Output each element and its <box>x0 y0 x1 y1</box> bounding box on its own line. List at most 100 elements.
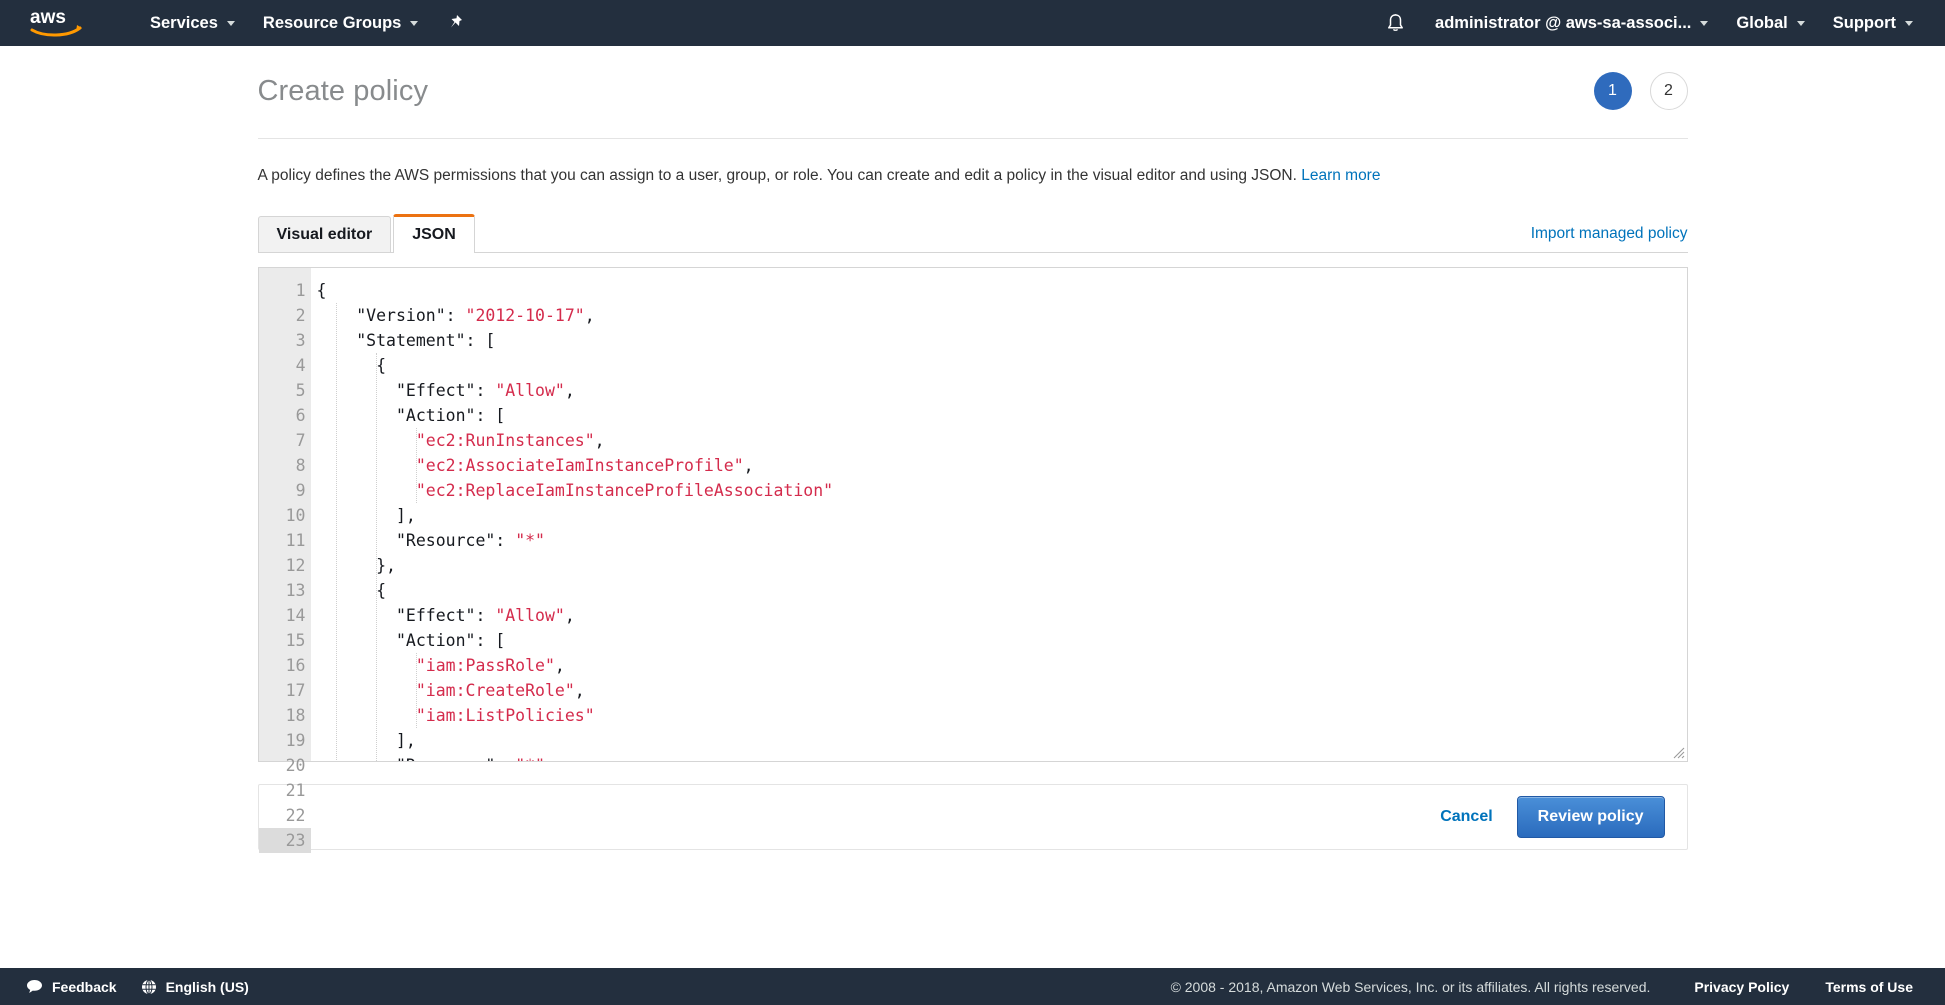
learn-more-link[interactable]: Learn more <box>1301 167 1380 184</box>
policy-description-text: A policy defines the AWS permissions tha… <box>257 167 1297 184</box>
nav-account-label: administrator @ aws-sa-associ... <box>1435 13 1692 32</box>
editor-code-line: ], <box>316 505 416 525</box>
json-string-value: "Allow" <box>495 380 565 400</box>
language-selector[interactable]: English (US) <box>129 979 261 995</box>
step-2-label: 2 <box>1664 82 1673 99</box>
editor-code-line: "iam:ListPolicies" <box>317 703 1687 728</box>
nav-region-label: Global <box>1736 13 1788 32</box>
nav-services-label: Services <box>150 13 218 32</box>
gutter-line-number: 7 <box>295 430 306 450</box>
notifications-button[interactable] <box>1370 13 1421 34</box>
editor-code-line: { <box>316 355 387 375</box>
editor-inner: 1 2 3 4 5 6 7 8 9 10 11 12 13 14 15 16 17 18 19 20 21 22 23 { … <box>258 267 1687 853</box>
json-policy-editor[interactable]: 1 2 3 4 5 6 7 8 9 10 11 12 13 14 15 16 17 18 19 20 21 22 23 { … <box>257 266 1688 853</box>
speech-bubble-icon <box>27 980 42 993</box>
nav-support-label: Support <box>1832 13 1896 32</box>
editor-code-line: "Resource": "*" <box>317 753 1687 761</box>
json-string-value: "Allow" <box>495 605 565 625</box>
nav-services[interactable]: Services <box>136 0 249 46</box>
page-header-row: Create policy 1 2 <box>258 72 1688 138</box>
editor-code-line: }, <box>316 555 396 575</box>
editor-code-line: "ec2:ReplaceIamInstanceProfileAssociatio… <box>317 478 1687 503</box>
gutter-line-number: 22 <box>285 805 306 825</box>
editor-code-line: "Action": [ <box>316 630 506 650</box>
editor-code-area[interactable]: { "Version": "2012-10-17", "Statement": … <box>310 267 1687 761</box>
editor-gutter: 1 2 3 4 5 6 7 8 9 10 11 12 13 14 15 16 17 18 19 20 21 22 23 <box>258 267 320 853</box>
editor-code-line: { <box>316 580 387 600</box>
editor-code-line: "Effect": "Allow", <box>316 605 575 625</box>
gutter-line-number: 16 <box>285 655 306 675</box>
tab-visual-editor-label: Visual editor <box>276 225 373 243</box>
json-string-value: "iam:PassRole" <box>415 655 555 675</box>
editor-code-line: "iam:PassRole", <box>415 655 565 675</box>
json-string-value: "2012-10-17" <box>465 305 585 325</box>
terms-of-use-link[interactable]: Terms of Use <box>1807 979 1931 995</box>
chevron-down-icon <box>1700 20 1709 26</box>
editor-code-line: "Statement": [ <box>316 330 496 350</box>
globe-icon <box>141 979 156 994</box>
editor-code-line: "Action": [ <box>316 405 506 425</box>
gutter-line-number: 6 <box>259 403 320 428</box>
cancel-button[interactable]: Cancel <box>1440 808 1492 826</box>
step-indicator-2[interactable]: 2 <box>1649 72 1688 110</box>
gutter-line-number: 3 <box>259 328 320 353</box>
form-action-panel: Cancel Review policy <box>257 783 1688 850</box>
gutter-line-number: 14 <box>285 605 306 625</box>
chevron-down-icon <box>226 20 235 26</box>
gutter-line-number: 21 <box>285 780 306 800</box>
gutter-line-number: 18 <box>285 705 306 725</box>
gutter-line-number: 8 <box>295 455 306 475</box>
editor-tabs-row: Visual editor JSON Import managed policy <box>257 213 1688 253</box>
editor-resize-grip[interactable] <box>1671 745 1685 759</box>
svg-text:aws: aws <box>30 7 66 28</box>
editor-code-line: "iam:CreateRole", <box>415 680 585 700</box>
json-string-value: "*" <box>515 530 545 550</box>
editor-code-line: "Resource": "*" <box>316 530 545 550</box>
step-indicator: 1 2 <box>1593 72 1688 110</box>
feedback-button[interactable]: Feedback <box>14 979 129 995</box>
gutter-line-number: 5 <box>295 380 306 400</box>
tab-json[interactable]: JSON <box>393 213 475 253</box>
editor-code-line: { <box>316 280 327 300</box>
nav-support-menu[interactable]: Support <box>1819 0 1927 46</box>
json-string-value: "*" <box>515 756 545 761</box>
review-policy-button[interactable]: Review policy <box>1516 795 1665 838</box>
gutter-line-number: 12 <box>285 555 306 575</box>
editor-code-line: "ec2:AssociateIamInstanceProfile", <box>415 455 754 475</box>
gutter-line-number: 23 <box>258 827 311 853</box>
editor-tabs: Visual editor JSON <box>257 213 477 253</box>
content-container: Create policy 1 2 A policy defines the A… <box>257 46 1688 853</box>
step-1-label: 1 <box>1608 82 1617 99</box>
nav-account-menu[interactable]: administrator @ aws-sa-associ... <box>1421 0 1722 46</box>
tab-visual-editor[interactable]: Visual editor <box>257 215 392 252</box>
pin-icon <box>451 15 463 28</box>
json-string-value: "ec2:RunInstances" <box>415 430 595 450</box>
page-title: Create policy <box>257 74 429 107</box>
tab-json-label: JSON <box>412 225 456 243</box>
gutter-line-number: 2 <box>295 305 306 325</box>
copyright-text: © 2008 - 2018, Amazon Web Services, Inc.… <box>1170 978 1651 995</box>
gutter-line-number: 19 <box>285 730 306 750</box>
nav-resource-groups[interactable]: Resource Groups <box>249 0 432 46</box>
feedback-label: Feedback <box>52 978 117 995</box>
top-navigation-bar: aws Services Resource Groups administrat… <box>0 0 1945 46</box>
step-indicator-1[interactable]: 1 <box>1593 72 1632 110</box>
footer-bar: Feedback English (US) © 2008 - 2018, Ama… <box>0 968 1945 1005</box>
privacy-policy-link[interactable]: Privacy Policy <box>1676 979 1807 995</box>
editor-code-line: "Version": "2012-10-17", <box>316 305 595 325</box>
bell-icon <box>1388 13 1403 31</box>
editor-code-line: "Effect": "Allow", <box>316 380 575 400</box>
aws-logo[interactable]: aws <box>28 6 88 40</box>
json-string-value: "iam:ListPolicies" <box>415 705 595 725</box>
nav-region-menu[interactable]: Global <box>1722 0 1818 46</box>
pin-shortcut-button[interactable] <box>432 14 480 32</box>
editor-code-line: ], <box>316 730 416 750</box>
nav-resource-groups-label: Resource Groups <box>262 13 402 32</box>
json-string-value: "iam:CreateRole" <box>415 680 575 700</box>
page-body: Create policy 1 2 A policy defines the A… <box>0 46 1945 968</box>
editor-code-line: "ec2:RunInstances", <box>415 430 605 450</box>
gutter-line-number: 10 <box>285 505 306 525</box>
gutter-line-number: 1 <box>259 278 320 303</box>
import-managed-policy-link[interactable]: Import managed policy <box>1531 225 1688 252</box>
chevron-down-icon <box>1905 20 1913 26</box>
